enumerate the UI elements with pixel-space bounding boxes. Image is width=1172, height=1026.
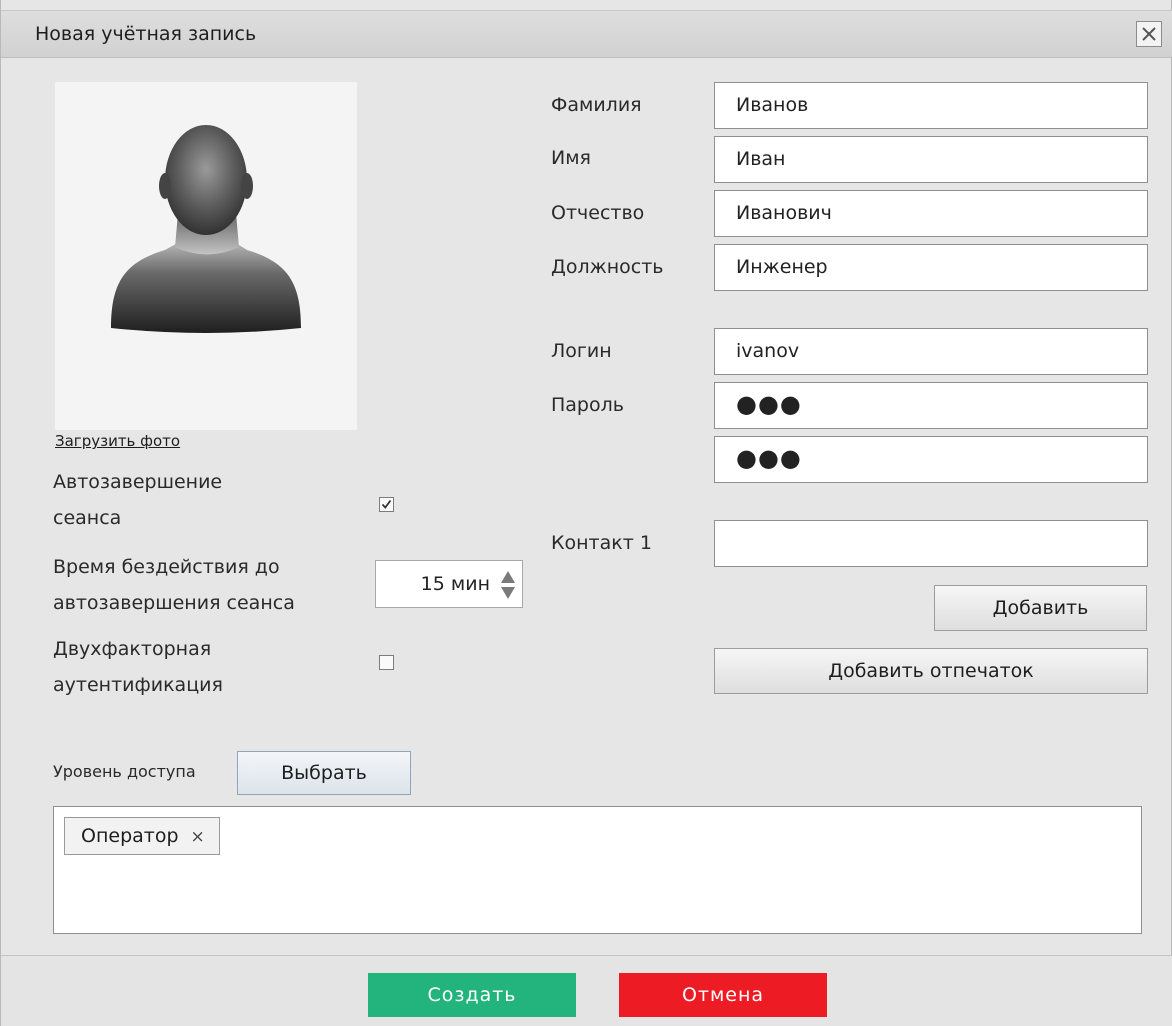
last-name-input[interactable]: Иванов [714,82,1148,129]
access-level-label: Уровень доступа [53,762,196,781]
idle-time-value: 15 мин [420,573,490,595]
idle-time-label: Время бездействия до автозавершения сеан… [53,556,295,614]
patronymic-label: Отчество [551,202,645,224]
contact-label: Контакт 1 [551,532,652,554]
auto-logout-label: Автозавершение сеанса [53,471,223,529]
cancel-button[interactable]: Отмена [619,973,827,1017]
create-button[interactable]: Создать [368,973,576,1017]
auto-logout-checkbox[interactable] [379,497,394,512]
two-factor-label: Двухфакторная аутентификация [53,638,223,696]
position-label: Должность [551,256,664,278]
upload-photo-link[interactable]: Загрузить фото [55,432,180,450]
user-silhouette-icon [111,125,301,333]
patronymic-input[interactable]: Иванович [714,190,1148,237]
position-input[interactable]: Инженер [714,244,1148,291]
dialog-footer [1,955,1172,1026]
access-chip-label: Оператор [81,825,179,847]
close-icon [1142,27,1156,41]
account-dialog: Новая учётная запись Загрузить фото Авто… [0,0,1172,1026]
remove-chip-icon[interactable]: × [191,827,205,847]
access-level-box[interactable]: Оператор × [53,806,1142,934]
checkmark-icon [381,499,392,509]
close-button[interactable] [1136,21,1162,47]
last-name-label: Фамилия [551,94,642,116]
password-input[interactable]: ●●● [714,382,1148,429]
spinner-arrows-icon[interactable] [500,570,516,600]
password-confirm-input[interactable]: ●●● [714,436,1148,483]
first-name-label: Имя [551,147,591,169]
add-contact-button[interactable]: Добавить [934,585,1147,631]
two-factor-checkbox[interactable] [379,655,394,670]
dialog-title: Новая учётная запись [35,23,257,45]
contact-input[interactable] [714,520,1148,567]
select-access-button[interactable]: Выбрать [237,751,411,795]
idle-time-spinner[interactable]: 15 мин [375,560,523,608]
login-input[interactable]: ivanov [714,328,1148,375]
title-bar: Новая учётная запись [1,10,1172,58]
password-label: Пароль [551,394,624,416]
add-fingerprint-button[interactable]: Добавить отпечаток [714,648,1148,694]
first-name-input[interactable]: Иван [714,136,1148,183]
login-label: Логин [551,340,612,362]
access-chip: Оператор × [64,817,220,855]
photo-frame [55,82,357,430]
